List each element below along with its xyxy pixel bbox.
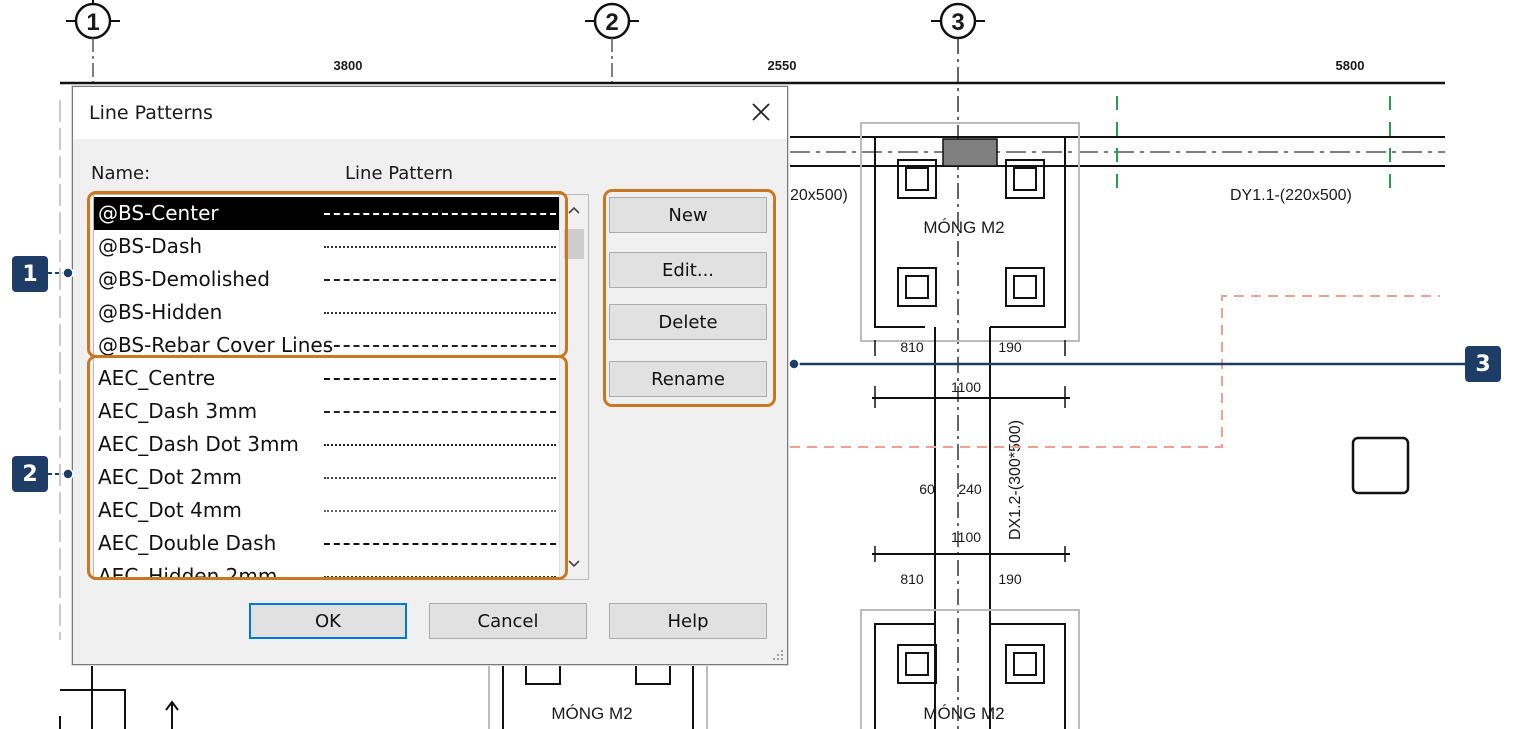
svg-text:1100: 1100 (951, 529, 981, 545)
dimension-text: 2550 (768, 58, 797, 73)
footing-top: MÓNG M2 (860, 122, 1080, 342)
pattern-column-header: Line Pattern (345, 163, 453, 184)
dialog-title: Line Patterns (89, 102, 213, 124)
callout-leaders (48, 267, 74, 480)
chevron-down-icon (568, 560, 580, 568)
ok-button[interactable]: OK (249, 603, 407, 639)
close-icon (752, 103, 770, 121)
svg-text:MÓNG M2: MÓNG M2 (923, 704, 1004, 723)
chevron-up-icon (568, 206, 580, 214)
footing-bottom-right: MÓNG M2 (860, 609, 1080, 729)
grid-bubble-3: 3 (931, 2, 985, 40)
svg-text:190: 190 (998, 339, 1022, 355)
dialog-titlebar: Line Patterns (73, 87, 787, 139)
callout-2-outline (87, 355, 568, 580)
footing-bottom-left: MÓNG M2 (488, 659, 708, 729)
resize-grip-icon[interactable] (772, 649, 784, 661)
svg-text:MÓNG M2: MÓNG M2 (551, 704, 632, 723)
hidden-line (790, 295, 1440, 448)
callout-badge-2: 2 (12, 456, 48, 492)
svg-text:190: 190 (998, 571, 1022, 587)
dimension-text: 3800 (334, 58, 363, 73)
beam-label: 20x500) (790, 187, 848, 204)
callout-badge-1: 1 (12, 256, 48, 292)
svg-text:60: 60 (919, 481, 935, 497)
callout-1-outline (87, 191, 568, 358)
grid-bubble-2: 2 (585, 2, 639, 84)
svg-text:3: 3 (951, 9, 964, 36)
help-button[interactable]: Help (609, 603, 767, 639)
svg-text:2: 2 (605, 9, 618, 36)
cancel-button[interactable]: Cancel (429, 603, 587, 639)
callout-3-outline (603, 189, 776, 407)
beam-label: DX1.2-(300*500) (1007, 420, 1024, 540)
svg-text:810: 810 (900, 571, 924, 587)
svg-text:810: 810 (900, 339, 924, 355)
svg-text:240: 240 (958, 481, 982, 497)
footing-dimensions: 810 190 1100 60 240 1100 810 190 (872, 339, 1070, 587)
svg-text:1100: 1100 (951, 379, 981, 395)
dimension-text: 5800 (1336, 58, 1365, 73)
beam-label: DY1.1-(220x500) (1230, 187, 1352, 204)
svg-text:MÓNG M2: MÓNG M2 (923, 218, 1004, 237)
callout-badge-3: 3 (1465, 346, 1501, 382)
column-symbol (1351, 436, 1410, 495)
close-button[interactable] (745, 97, 777, 127)
